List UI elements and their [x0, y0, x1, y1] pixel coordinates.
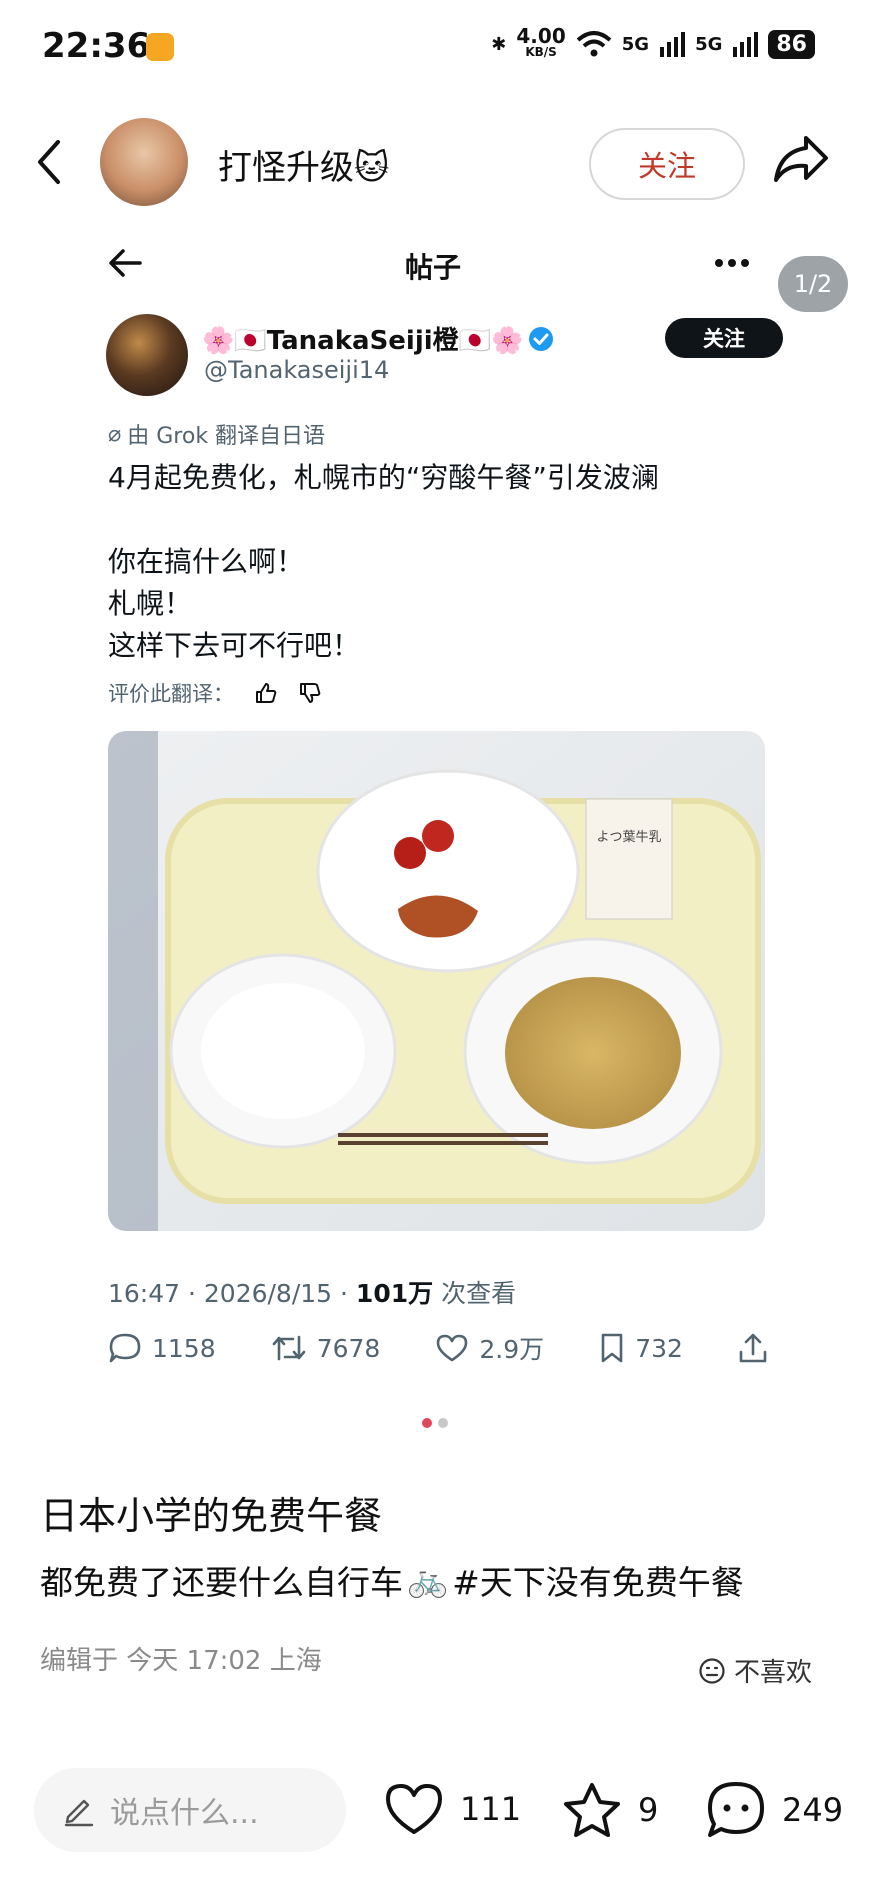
tweet-bookmark: 732	[599, 1332, 683, 1364]
chat-bubble-icon	[708, 1782, 764, 1837]
tweet-text-line: 你在搞什么啊！	[108, 545, 305, 578]
heart-icon	[386, 1784, 442, 1834]
post-title: 日本小学的免费午餐	[40, 1494, 383, 1538]
author-avatar[interactable]	[100, 118, 188, 206]
tweet-text-line: 这样下去可不行吧！	[108, 629, 361, 662]
tweet-author-handle: @Tanakaseiji14	[204, 356, 390, 384]
favorite-button[interactable]: 9	[560, 1780, 658, 1840]
tweet-text-line: 4月起免费化，札幌市的“穷酸午餐”引发波澜	[108, 461, 659, 494]
tweet-author-avatar	[106, 314, 188, 396]
tweet-meta: 16:47 · 2026/8/15 · 101万 次查看	[108, 1279, 517, 1308]
tweet-like: 2.9万	[435, 1330, 544, 1366]
app-notification-icon	[146, 33, 174, 61]
tweet-text-line: 札幌！	[108, 587, 193, 620]
hashtag-link[interactable]: #天下没有免费午餐	[452, 1556, 744, 1604]
thumbs-down-icon	[300, 683, 321, 703]
follow-button[interactable]: 关注	[589, 128, 745, 200]
more-icon	[715, 259, 749, 267]
tweet-reply: 1158	[108, 1332, 216, 1364]
share-icon[interactable]	[772, 132, 830, 186]
edit-meta: 编辑于 今天 17:02 上海	[40, 1646, 322, 1676]
like-button[interactable]: 111	[382, 1780, 521, 1838]
wifi-icon	[576, 31, 612, 57]
lunch-photo: よつ葉牛乳	[108, 731, 765, 1231]
author-name[interactable]: 打怪升级🐱	[218, 140, 389, 189]
sad-face-icon	[699, 1657, 725, 1684]
dislike-button[interactable]: 不喜欢	[698, 1652, 812, 1689]
carousel-dot-active	[422, 1418, 432, 1428]
upload-icon	[739, 1333, 767, 1363]
tweet-follow-button: 关注	[665, 318, 783, 358]
carousel-dot	[438, 1418, 448, 1428]
comment-input[interactable]: 说点什么...	[34, 1768, 346, 1852]
verified-icon	[529, 326, 554, 351]
status-icons: ✱ 4.00 KB/S 5G 5G 86	[491, 24, 815, 60]
tweet-back-icon	[109, 249, 142, 277]
post-description: 都免费了还要什么自行车 🚲 #天下没有免费午餐	[40, 1556, 744, 1604]
back-icon[interactable]	[34, 138, 62, 186]
signal-2: 5G	[695, 33, 723, 55]
retweet-icon	[272, 1335, 305, 1361]
translate-icon: ⌀	[108, 421, 122, 447]
comments-button[interactable]: 249	[704, 1780, 843, 1840]
carousel-indicator	[422, 1418, 448, 1428]
status-time: 22:36	[42, 26, 151, 66]
tweet-retweet: 7678	[271, 1333, 380, 1363]
battery-indicator: 86	[768, 29, 815, 59]
milk-carton: よつ葉牛乳	[585, 798, 673, 920]
signal-1: 5G	[621, 33, 650, 55]
thumbs-up-icon	[256, 683, 277, 703]
tweet-page-title: 帖子	[405, 251, 462, 284]
net-speed: 4.00 KB/S	[516, 24, 566, 59]
bicycle-icon: 🚲	[407, 1560, 449, 1599]
signal-icon	[660, 32, 686, 57]
translation-note: ⌀ 由 Grok 翻译自日语	[108, 421, 326, 450]
signal-icon	[733, 32, 759, 57]
tweet-actions: 1158 7678 2.9万 732	[108, 1330, 768, 1366]
reply-icon	[109, 1333, 141, 1363]
pencil-icon	[64, 1799, 94, 1827]
like-count: 111	[460, 1790, 522, 1828]
comment-count: 249	[782, 1791, 844, 1829]
tweet-author-name: 🌸🇯🇵TanakaSeiji橙🇯🇵🌸	[202, 320, 555, 357]
rate-translation: 评价此翻译：	[108, 678, 322, 708]
comment-placeholder: 说点什么...	[110, 1796, 259, 1831]
bluetooth-icon: ✱	[491, 33, 507, 55]
star-icon	[564, 1783, 620, 1837]
favorite-count: 9	[638, 1791, 659, 1829]
milk-carton-text: よつ葉牛乳	[596, 830, 661, 845]
heart-icon	[437, 1334, 468, 1362]
bookmark-icon	[601, 1333, 623, 1363]
image-page-indicator: 1/2	[778, 256, 848, 312]
